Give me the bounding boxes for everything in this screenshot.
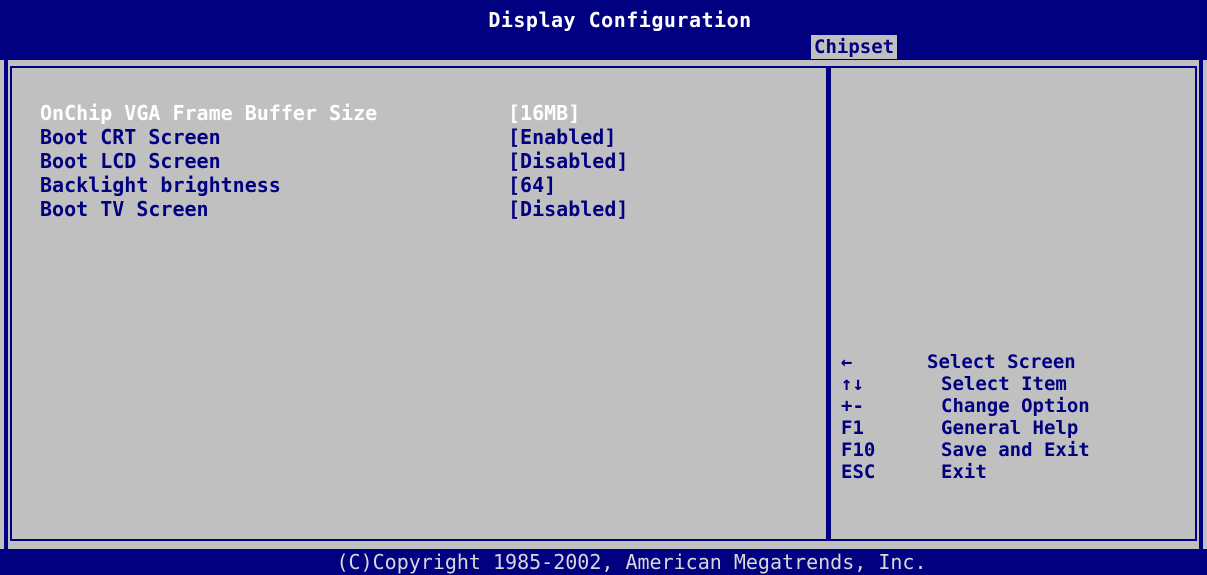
footer-bar: (C)Copyright 1985-2002, American Megatre… (0, 549, 1207, 575)
help-action: Save and Exit (941, 439, 1090, 461)
setting-value[interactable]: [Disabled] (508, 197, 628, 221)
arrow-left-icon: ← (841, 351, 853, 373)
settings-list: OnChip VGA Frame Buffer Size [16MB] Boot … (40, 101, 628, 221)
help-action: Exit (941, 461, 987, 483)
help-row-save-and-exit: F10 Save and Exit (841, 439, 1090, 461)
copyright-text: (C)Copyright 1985-2002, American Megatre… (336, 550, 927, 574)
plus-minus-key: +- (841, 395, 864, 417)
help-row-select-item: ↑↓ Select Item (841, 373, 1090, 395)
f10-key: F10 (841, 439, 876, 461)
setting-value[interactable]: [16MB] (508, 101, 580, 125)
key-help-legend: ← Select Screen ↑↓ Select Item +- Change Op… (841, 351, 1090, 483)
setting-label: Boot LCD Screen (40, 149, 221, 173)
setting-label: Backlight brightness (40, 173, 281, 197)
setting-backlight-brightness[interactable]: Backlight brightness [64] (40, 173, 628, 197)
help-row-exit: ESC Exit (841, 461, 1090, 483)
setting-boot-lcd-screen[interactable]: Boot LCD Screen [Disabled] (40, 149, 628, 173)
setting-label: Boot CRT Screen (40, 125, 221, 149)
title-bar: Display Configuration Chipset (0, 0, 1207, 60)
esc-key: ESC (841, 461, 876, 483)
help-action: Select Screen (927, 351, 1076, 373)
setting-boot-tv-screen[interactable]: Boot TV Screen [Disabled] (40, 197, 628, 221)
help-action: Select Item (941, 373, 1067, 395)
setting-value[interactable]: [Enabled] (508, 125, 616, 149)
f1-key: F1 (841, 417, 864, 439)
help-action: Change Option (941, 395, 1090, 417)
setting-value[interactable]: [64] (508, 173, 556, 197)
bios-screen: Display Configuration Chipset OnChip VGA… (0, 0, 1207, 575)
help-row-change-option: +- Change Option (841, 395, 1090, 417)
tab-chipset[interactable]: Chipset (811, 35, 898, 59)
setting-boot-crt-screen[interactable]: Boot CRT Screen [Enabled] (40, 125, 628, 149)
page-title: Display Configuration (488, 8, 752, 32)
setting-label: OnChip VGA Frame Buffer Size (40, 101, 378, 125)
arrow-up-down-icon: ↑↓ (841, 373, 864, 395)
setting-value[interactable]: [Disabled] (508, 149, 628, 173)
help-action: General Help (941, 417, 1079, 439)
help-row-general-help: F1 General Help (841, 417, 1090, 439)
help-row-select-screen: ← Select Screen (841, 351, 1090, 373)
setting-vga-frame-buffer-size[interactable]: OnChip VGA Frame Buffer Size [16MB] (40, 101, 628, 125)
setting-label: Boot TV Screen (40, 197, 209, 221)
